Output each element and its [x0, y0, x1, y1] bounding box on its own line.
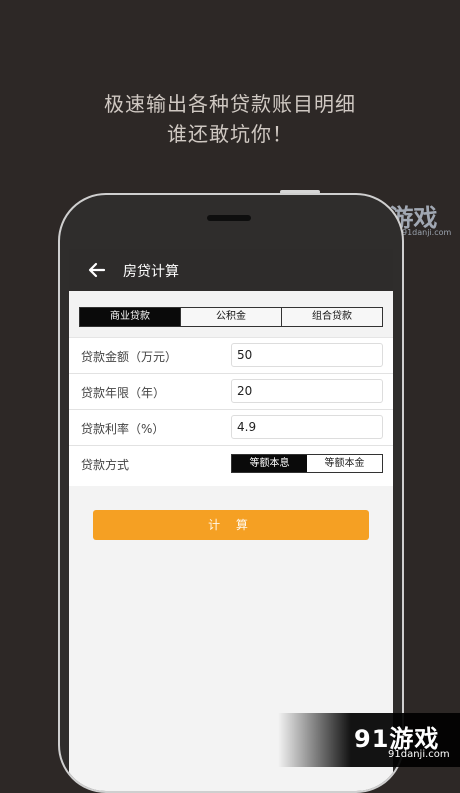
back-button[interactable]	[87, 260, 107, 280]
app-header: 房贷计算	[69, 249, 393, 291]
rate-label: 贷款利率（%）	[81, 422, 165, 436]
page-title: 房贷计算	[123, 264, 179, 280]
arrow-left-icon	[88, 262, 106, 278]
rate-row: 贷款利率（%） 4.9	[69, 410, 393, 446]
method-row: 贷款方式 等额本息 等额本金	[69, 446, 393, 482]
repayment-method-toggle: 等额本息 等额本金	[231, 454, 383, 473]
tab-commercial-loan[interactable]: 商业贷款	[80, 308, 181, 326]
rate-input[interactable]: 4.9	[231, 415, 383, 439]
calculate-button[interactable]: 计 算	[93, 510, 369, 540]
method-equal-principal[interactable]: 等额本金	[307, 455, 382, 472]
amount-row: 贷款金额（万元） 50	[69, 338, 393, 374]
phone-screen: 房贷计算 商业贷款 公积金 组合贷款 贷款金额（万元） 50 贷款年限（年） 2…	[69, 249, 393, 791]
promo-line-1: 极速输出各种贷款账目明细	[104, 92, 356, 116]
term-row: 贷款年限（年） 20	[69, 374, 393, 410]
method-label: 贷款方式	[81, 458, 130, 472]
loan-form: 贷款金额（万元） 50 贷款年限（年） 20 贷款利率（%） 4.9 贷款方式 …	[69, 337, 393, 486]
method-equal-installment[interactable]: 等额本息	[232, 455, 307, 472]
phone-frame: 房贷计算 商业贷款 公积金 组合贷款 贷款金额（万元） 50 贷款年限（年） 2…	[58, 193, 404, 793]
term-input[interactable]: 20	[231, 379, 383, 403]
phone-speaker	[207, 215, 251, 221]
watermark-bottom-sub: 91danji.com	[388, 749, 450, 760]
tab-provident-fund[interactable]: 公积金	[181, 308, 282, 326]
amount-label: 贷款金额（万元）	[81, 350, 178, 364]
loan-type-tabs: 商业贷款 公积金 组合贷款	[79, 307, 383, 327]
amount-input[interactable]: 50	[231, 343, 383, 367]
tab-combined-loan[interactable]: 组合贷款	[282, 308, 382, 326]
watermark-top-sub: 91danji.com	[402, 228, 452, 237]
promo-line-2: 谁还敢坑你！	[167, 122, 293, 146]
term-label: 贷款年限（年）	[81, 386, 166, 400]
watermark-bottom: 91游戏 91danji.com	[278, 713, 460, 767]
